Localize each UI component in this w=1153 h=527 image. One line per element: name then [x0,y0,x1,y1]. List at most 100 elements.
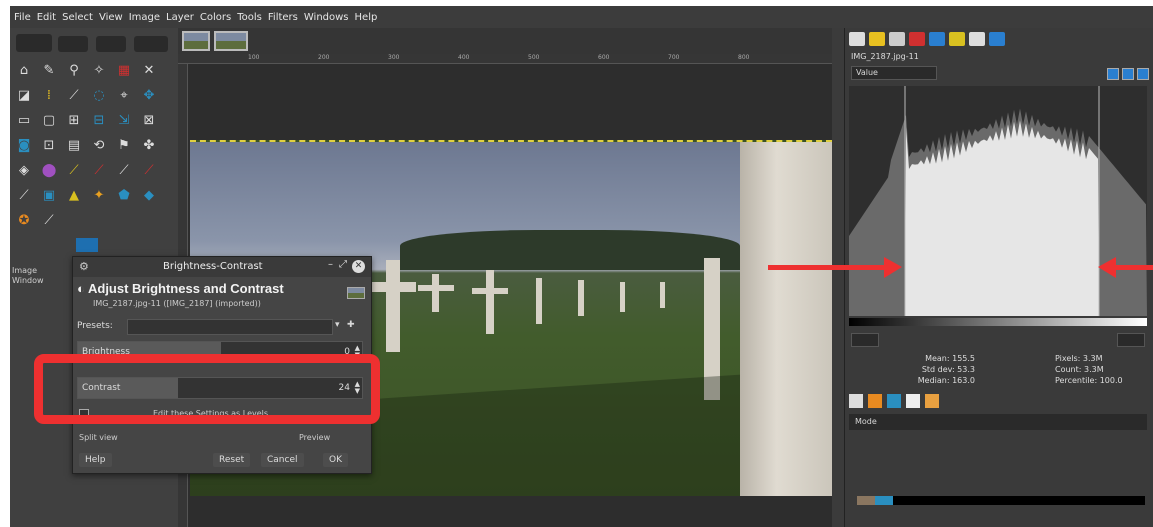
tool-icon[interactable]: ✦ [89,185,109,205]
menu-select[interactable]: Select [62,12,93,23]
image-tab-thumbnail-active[interactable] [214,31,248,51]
menu-edit[interactable]: Edit [37,12,56,23]
layers-tab-icon[interactable] [849,32,865,46]
cancel-button[interactable]: Cancel [261,453,304,467]
pointer-tab-icon[interactable] [989,32,1005,46]
color-swatch[interactable] [76,238,98,252]
tool-icon[interactable]: ◆ [139,185,159,205]
fg-bg-color-swatches[interactable] [16,34,168,54]
tool-icon[interactable]: ⟋ [39,210,59,230]
help-button[interactable]: Help [79,453,112,467]
tool-icon[interactable]: ⊞ [64,110,84,130]
tool-icon[interactable]: ⟋ [114,160,134,180]
tool-icon[interactable]: ◌ [89,85,109,105]
contrast-highlight-box [34,354,380,424]
undo-tab-icon[interactable] [949,32,965,46]
tool-icon[interactable]: ⟋ [89,160,109,180]
histogram-plot[interactable] [849,86,1147,316]
histogram-tab-icon[interactable] [929,32,945,46]
tool-icon[interactable]: ⟋ [64,85,84,105]
menu-help[interactable]: Help [355,12,378,23]
tool-icon[interactable]: ⬟ [114,185,134,205]
menu-image[interactable]: Image [129,12,160,23]
channel-select[interactable]: Value [851,66,937,80]
menu-layer[interactable]: Layer [166,12,194,23]
tool-icon[interactable]: ◪ [14,85,34,105]
gradients-tab-icon[interactable] [887,394,901,408]
histogram-options-icon[interactable] [1137,68,1149,80]
tool-icon[interactable]: ✧ [89,60,109,80]
brushes-tab-icon[interactable] [849,394,863,408]
tool-icon[interactable]: ✎ [39,60,59,80]
patterns-tab-icon[interactable] [868,394,882,408]
tool-icon[interactable]: ▭ [14,110,34,130]
tool-icon[interactable]: ⟋ [64,160,84,180]
preview-toggle[interactable]: Preview [299,433,330,442]
tool-icon[interactable]: ⟋ [139,160,159,180]
stat-left: Std dev: 53.3 [921,365,975,374]
menu-file[interactable]: File [14,12,31,23]
tool-icon[interactable]: ⟋ [14,185,34,205]
menu-view[interactable]: View [99,12,123,23]
linear-scale-icon[interactable] [1107,68,1119,80]
menu-colors[interactable]: Colors [200,12,231,23]
presets-combo[interactable] [127,319,333,335]
channels-tab-icon[interactable] [869,32,885,46]
tool-icon[interactable]: ⌂ [14,60,34,80]
image-tab-thumbnail[interactable] [182,31,210,51]
tool-icon[interactable]: ⊟ [89,110,109,130]
menu-tools[interactable]: Tools [237,12,262,23]
dialog-heading: ◐ Adjust Brightness and Contrast [77,281,284,296]
tool-icon[interactable]: ⚑ [114,135,134,155]
range-end-input[interactable] [1117,333,1145,347]
tool-icon[interactable]: ⁞ [39,85,59,105]
tool-icon[interactable]: ✪ [14,210,34,230]
tool-icon[interactable]: ▲ [64,185,84,205]
ok-button[interactable]: OK [323,453,348,467]
dialog-title: Brightness-Contrast [163,261,263,272]
reset-button[interactable]: Reset [213,453,251,467]
dialog-subtitle: IMG_2187.jpg-11 ([IMG_2187] (imported)) [93,299,261,308]
device-tab-icon[interactable] [969,32,985,46]
left-arrow-head [884,257,902,278]
chevron-down-icon[interactable]: ▾ [335,320,340,330]
brush-preview-bar [857,496,1145,505]
tool-icon[interactable]: ▤ [64,135,84,155]
tool-icon[interactable]: ⌖ [114,85,134,105]
menubar: File Edit Select View Image Layer Colors Tools F… [10,6,1153,28]
close-icon[interactable]: ✕ [352,260,365,273]
range-start-input[interactable] [851,333,879,347]
split-view-toggle[interactable]: Split view [79,433,118,442]
tool-icon[interactable]: ⟲ [89,135,109,155]
tool-icon[interactable]: ✤ [139,135,159,155]
add-preset-icon[interactable]: ✚ [347,320,355,330]
dialog-titlebar[interactable]: ⚙ Brightness-Contrast – ⤢ ✕ [73,257,371,277]
tool-icon[interactable]: ✕ [139,60,159,80]
fonts-tab-icon[interactable] [906,394,920,408]
stat-left: Median: 163.0 [917,376,975,385]
tool-icon[interactable]: ▦ [114,60,134,80]
tool-icon[interactable]: ⊠ [139,110,159,130]
maximize-icon[interactable]: ⤢ [339,259,347,270]
tool-icon[interactable]: ▣ [39,185,59,205]
paths-tab-icon[interactable] [889,32,905,46]
menu-windows[interactable]: Windows [304,12,349,23]
mode-field[interactable]: Mode [849,414,1147,430]
tool-icon[interactable]: ◈ [14,160,34,180]
minimize-icon[interactable]: – [328,259,333,270]
tool-icon[interactable]: ⇲ [114,110,134,130]
tool-icon[interactable]: ⊡ [39,135,59,155]
tool-icon[interactable]: ▢ [39,110,59,130]
colormap-tab-icon[interactable] [909,32,925,46]
palettes-tab-icon[interactable] [925,394,939,408]
horizontal-ruler: 100 200 300 400 500 600 700 800 [178,54,832,64]
dialog-app-icon: ⚙ [79,260,89,273]
tool-icon[interactable]: ✥ [139,85,159,105]
menu-filters[interactable]: Filters [268,12,298,23]
tool-icon[interactable]: ⬤ [39,160,59,180]
log-scale-icon[interactable] [1122,68,1134,80]
tool-icon[interactable]: ⚲ [64,60,84,80]
gimp-window: File Edit Select View Image Layer Colors Tools F… [10,6,1153,527]
tool-icon[interactable]: ◙ [14,135,34,155]
presets-label: Presets: [77,321,113,331]
